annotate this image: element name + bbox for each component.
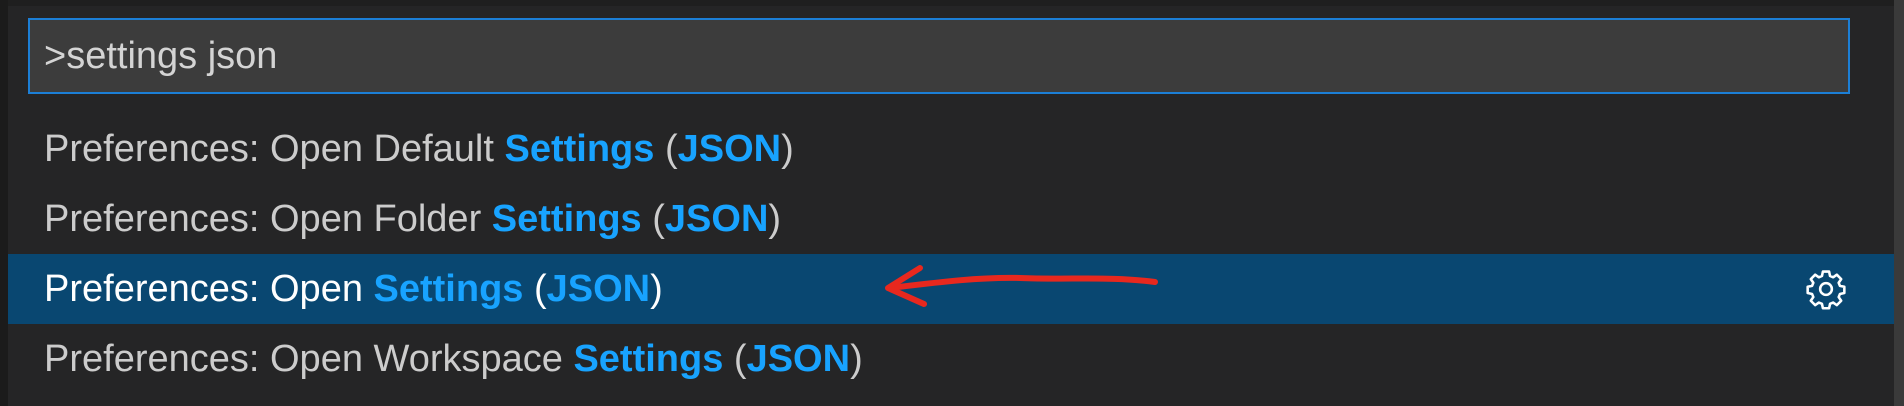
command-label-prefix: Preferences: Open [44,267,374,310]
window-top-edge [0,0,1904,6]
command-label-suffix: ) [850,337,863,380]
match-highlight-json: JSON [664,197,769,240]
command-label-suffix: ) [781,127,794,170]
command-label-mid: ( [641,197,665,240]
command-item-open-folder-settings-json[interactable]: Preferences: Open Folder Settings (JSON) [8,184,1894,254]
match-highlight-json: JSON [746,337,851,380]
command-label-mid: ( [723,337,747,380]
command-label-mid: ( [523,267,547,310]
command-input-container [28,18,1850,94]
match-highlight-settings: Settings [491,197,642,240]
command-results-list: Preferences: Open Default Settings (JSON… [8,114,1894,394]
match-highlight-json: JSON [677,127,782,170]
match-highlight-settings: Settings [573,337,724,380]
window-left-edge [0,0,8,406]
red-arrow-annotation [885,265,1158,307]
scrollbar-track[interactable] [1894,0,1904,406]
command-item-open-default-settings-json[interactable]: Preferences: Open Default Settings (JSON… [8,114,1894,184]
command-label-prefix: Preferences: Open Folder [44,197,492,240]
match-highlight-settings: Settings [373,267,524,310]
command-item-open-workspace-settings-json[interactable]: Preferences: Open Workspace Settings (JS… [8,324,1894,394]
command-input[interactable] [30,20,1848,92]
command-label-suffix: ) [768,197,782,240]
command-label-prefix: Preferences: Open Workspace [44,337,574,380]
match-highlight-json: JSON [546,267,651,310]
command-label-prefix: Preferences: Open Default [44,127,505,170]
command-label-mid: ( [654,127,678,170]
command-palette: Preferences: Open Default Settings (JSON… [0,0,1904,406]
command-label-suffix: ) [650,267,663,310]
match-highlight-settings: Settings [504,127,655,170]
gear-icon[interactable] [1804,267,1848,311]
